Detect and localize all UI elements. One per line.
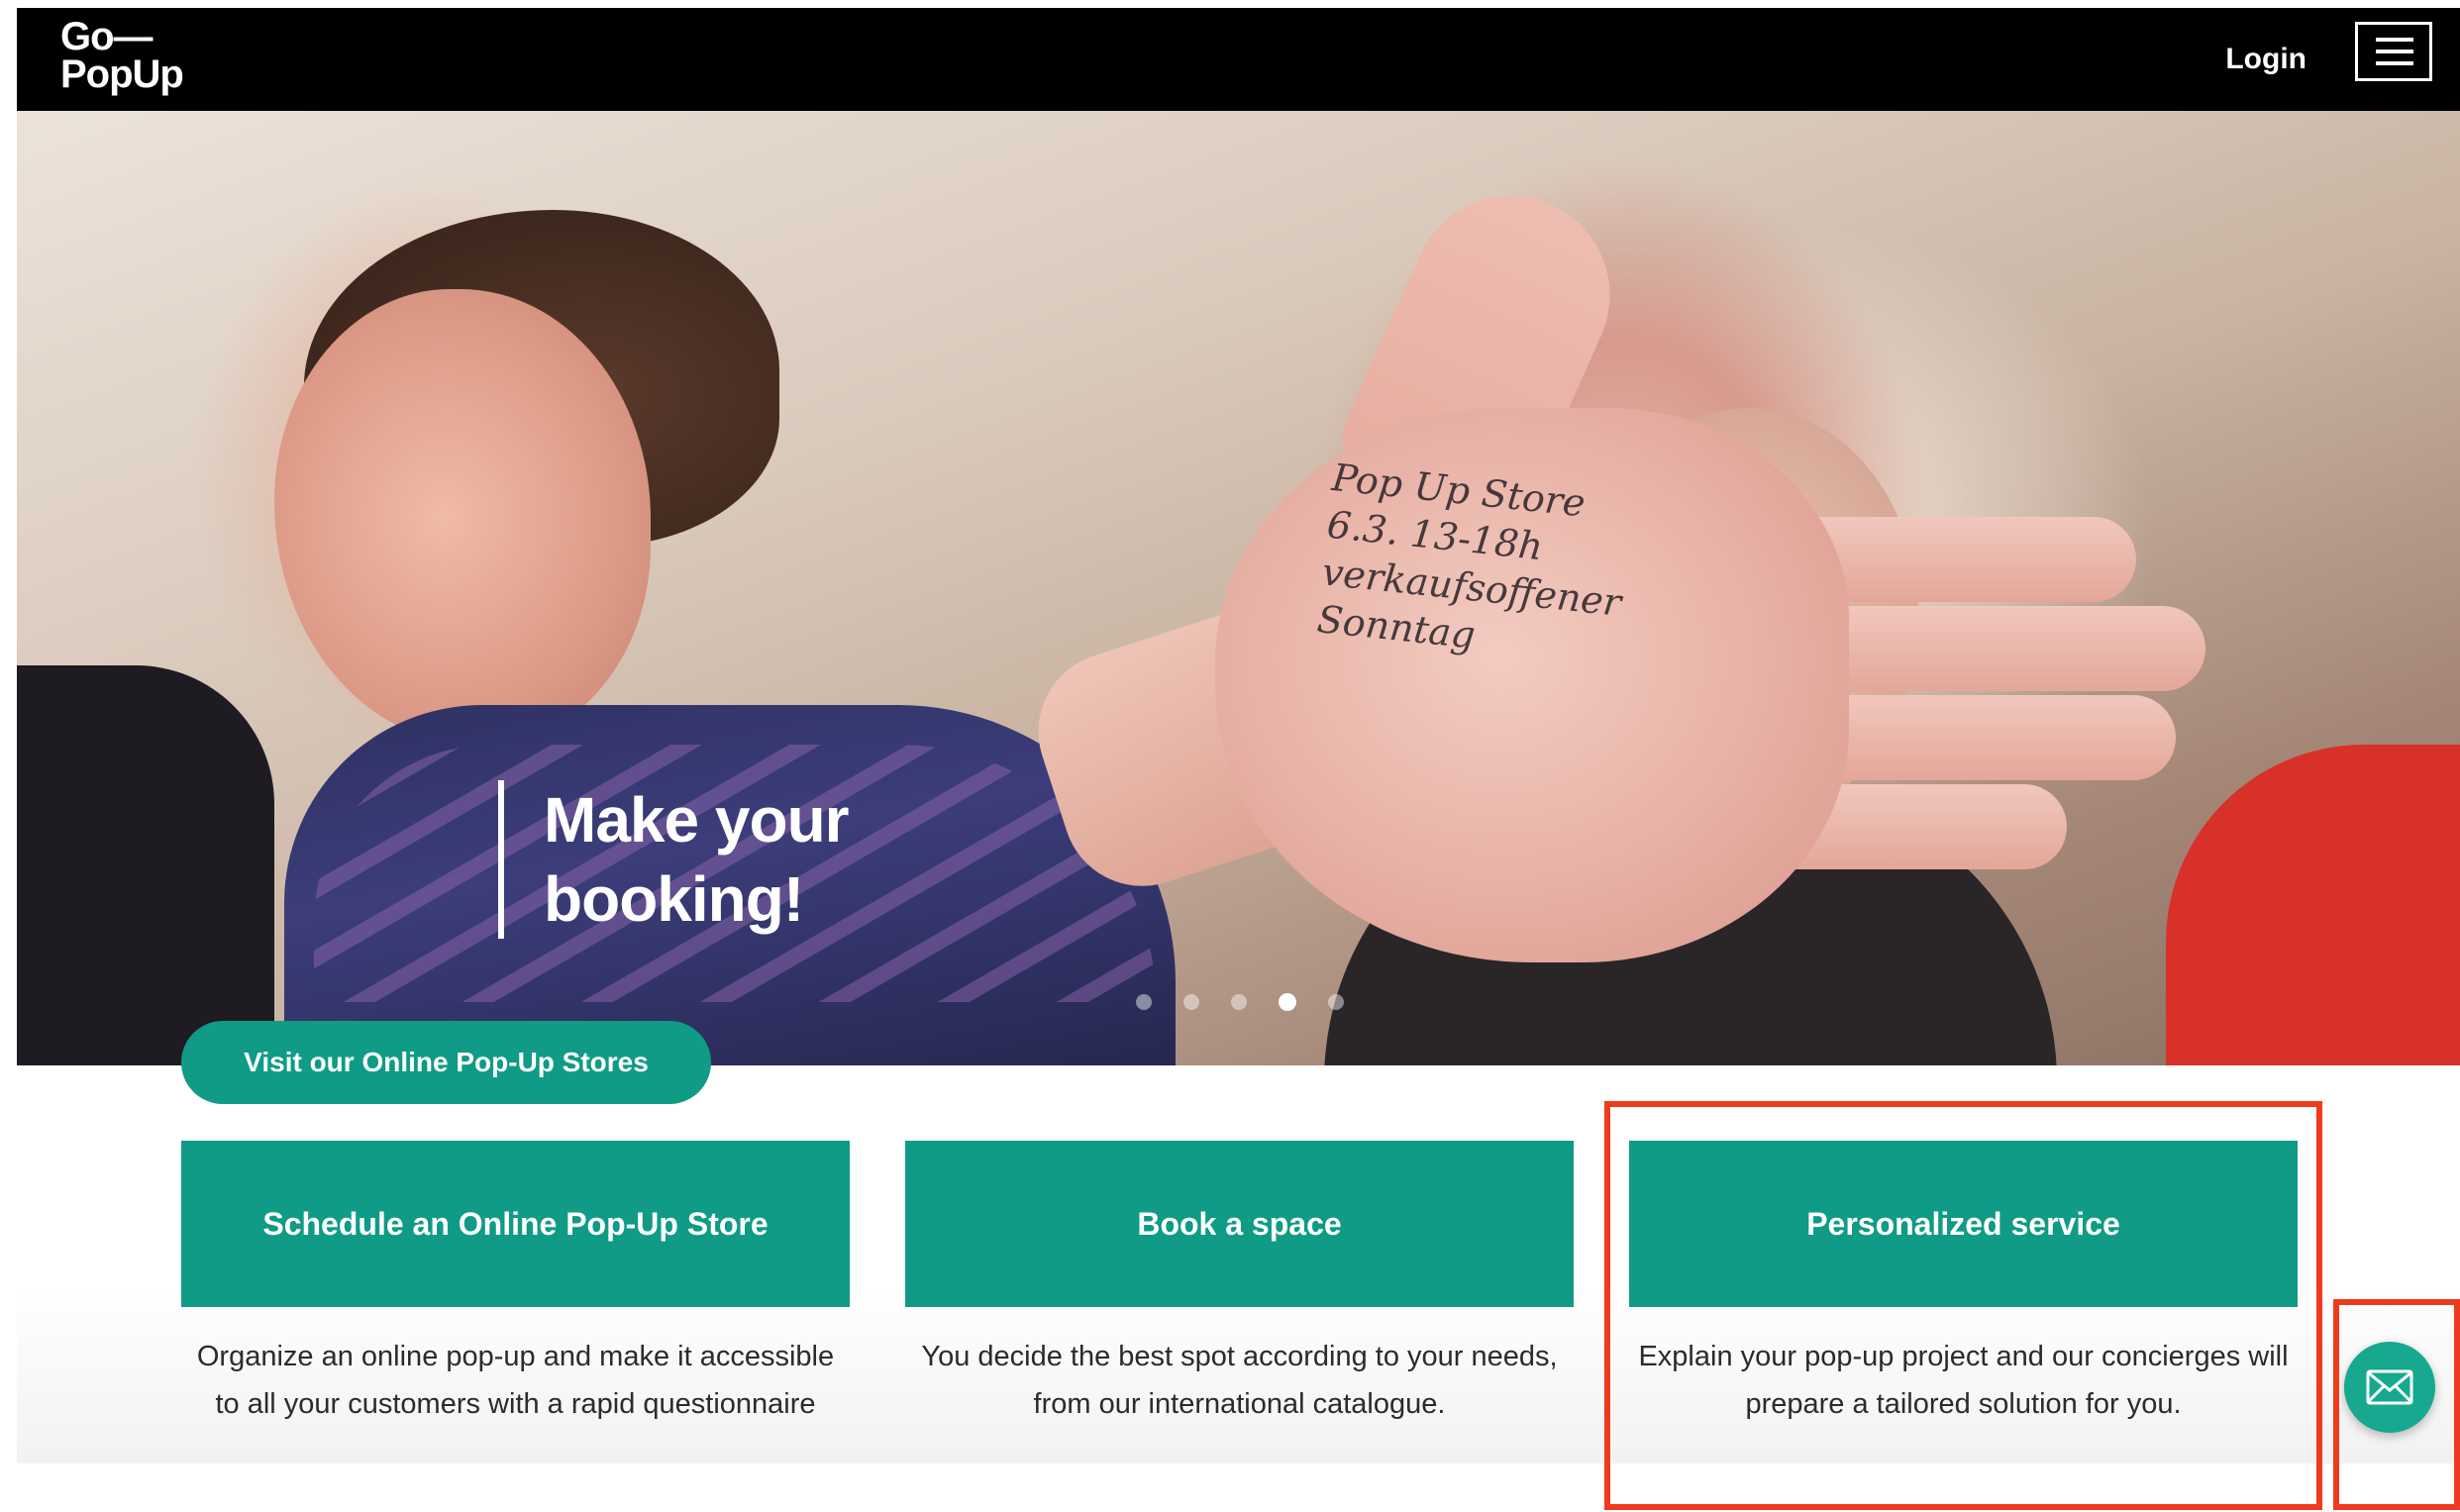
- logo-line-2: PopUp: [60, 52, 184, 96]
- carousel-dot-3[interactable]: [1231, 994, 1247, 1010]
- hero-photo-background-person: [17, 665, 274, 1065]
- schedule-online-popup-store-button[interactable]: Schedule an Online Pop-Up Store: [181, 1141, 850, 1307]
- service-card-personalized: Personalized service Explain your pop-up…: [1629, 1141, 2298, 1428]
- carousel-dot-5[interactable]: [1328, 994, 1344, 1010]
- service-card-schedule: Schedule an Online Pop-Up Store Organize…: [181, 1141, 850, 1428]
- personalized-card-description: Explain your pop-up project and our conc…: [1638, 1341, 2289, 1420]
- hero-palm-handwriting: Pop Up Store 6.3. 13-18h verkaufsoffener…: [1314, 454, 1624, 657]
- carousel-pagination: [1136, 993, 1344, 1011]
- hero-photo-face: [274, 289, 651, 745]
- hamburger-menu-icon-bar-2: [2376, 50, 2413, 53]
- envelope-icon: [2366, 1369, 2413, 1405]
- personalized-service-button[interactable]: Personalized service: [1629, 1141, 2298, 1307]
- top-navigation-bar: Go— PopUp Login: [17, 8, 2460, 111]
- visit-online-popup-stores-button[interactable]: Visit our Online Pop-Up Stores: [181, 1021, 711, 1104]
- carousel-dot-4[interactable]: [1279, 993, 1296, 1011]
- hamburger-menu-button[interactable]: [2355, 22, 2432, 81]
- book-card-description: You decide the best spot according to yo…: [921, 1341, 1558, 1420]
- go-popup-logo[interactable]: Go— PopUp: [60, 15, 184, 96]
- hamburger-menu-icon-bar-1: [2376, 38, 2413, 42]
- hero-caption: Make your booking!: [498, 780, 960, 939]
- hero-photo-red-jacket: [2166, 745, 2460, 1065]
- page: Go— PopUp Login Pop Up Store 6.3. 13-18h…: [0, 0, 2460, 1512]
- login-link[interactable]: Login: [2225, 38, 2306, 81]
- hero-carousel: Pop Up Store 6.3. 13-18h verkaufsoffener…: [17, 111, 2460, 1065]
- contact-chat-button[interactable]: [2344, 1342, 2435, 1433]
- book-a-space-button[interactable]: Book a space: [905, 1141, 1574, 1307]
- carousel-dot-2[interactable]: [1183, 994, 1199, 1010]
- schedule-card-description: Organize an online pop-up and make it ac…: [196, 1341, 835, 1420]
- hamburger-menu-icon-bar-3: [2376, 61, 2413, 65]
- carousel-dot-1[interactable]: [1136, 994, 1152, 1010]
- hero-headline: Make your booking!: [544, 784, 850, 935]
- service-card-book: Book a space You decide the best spot ac…: [905, 1141, 1574, 1428]
- logo-line-1: Go—: [60, 15, 154, 58]
